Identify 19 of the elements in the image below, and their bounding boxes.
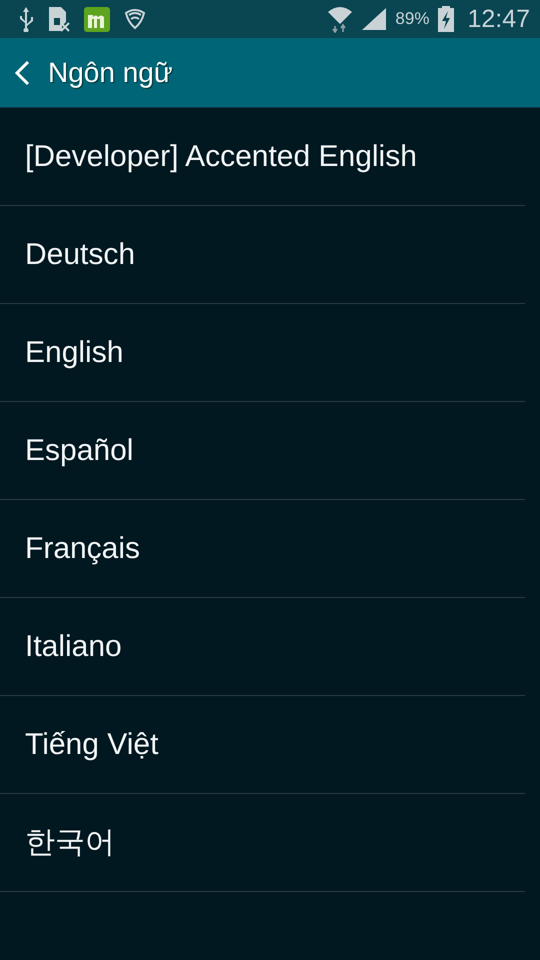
language-item[interactable]: Tiếng Việt bbox=[25, 728, 158, 762]
usb-icon bbox=[18, 6, 34, 32]
language-item[interactable]: English bbox=[25, 336, 124, 370]
screen-title: Ngôn ngữ bbox=[48, 56, 173, 88]
battery-charging-icon bbox=[437, 6, 456, 32]
language-item[interactable]: Italiano bbox=[25, 630, 122, 664]
language-item[interactable]: Español bbox=[25, 434, 134, 468]
language-item[interactable]: Français bbox=[25, 532, 140, 566]
shield-icon bbox=[124, 8, 146, 30]
language-item[interactable]: Deutsch bbox=[25, 238, 136, 272]
clock: 12:47 bbox=[467, 4, 530, 34]
sim-card-icon bbox=[48, 6, 70, 32]
signal-icon bbox=[361, 7, 388, 31]
back-icon bbox=[14, 60, 30, 86]
language-item[interactable]: 한국어 bbox=[25, 822, 115, 863]
app-icon bbox=[84, 6, 110, 32]
battery-percentage: 89% bbox=[395, 9, 430, 29]
wifi-icon bbox=[327, 5, 354, 33]
language-item[interactable]: [Developer] Accented English bbox=[25, 140, 417, 174]
